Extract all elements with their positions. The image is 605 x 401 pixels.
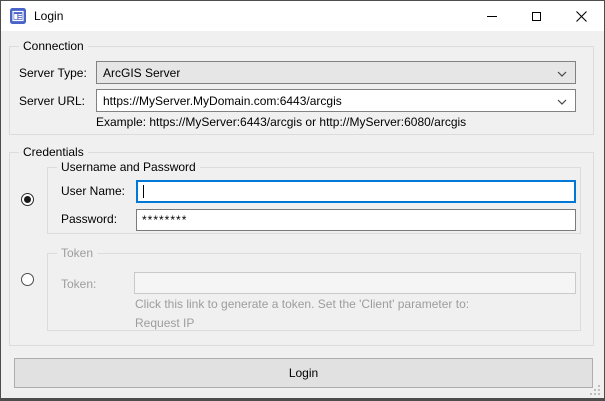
server-url-value: https://MyServer.MyDomain.com:6443/arcgi… xyxy=(103,94,342,108)
password-label: Password: xyxy=(61,212,117,226)
form-window-icon xyxy=(10,8,26,24)
chevron-down-icon xyxy=(557,99,567,105)
connection-legend: Connection xyxy=(19,39,88,53)
server-type-value: ArcGIS Server xyxy=(103,66,180,80)
resize-grip[interactable] xyxy=(589,384,601,396)
window-title: Login xyxy=(34,9,63,23)
close-icon xyxy=(576,11,587,22)
username-password-legend: Username and Password xyxy=(57,160,200,174)
chevron-down-icon xyxy=(557,71,567,77)
token-input[interactable] xyxy=(134,272,576,294)
server-url-label: Server URL: xyxy=(19,94,85,108)
token-legend: Token xyxy=(57,246,97,260)
user-name-field-wrap xyxy=(136,180,576,203)
maximize-icon xyxy=(532,12,541,21)
token-radio[interactable] xyxy=(21,273,34,286)
server-url-combobox[interactable]: https://MyServer.MyDomain.com:6443/arcgi… xyxy=(96,89,576,112)
token-label: Token: xyxy=(61,277,96,291)
user-name-label: User Name: xyxy=(61,184,125,198)
credentials-legend: Credentials xyxy=(19,145,88,159)
caption-buttons xyxy=(469,1,604,31)
login-button[interactable]: Login xyxy=(14,358,593,388)
maximize-button[interactable] xyxy=(514,1,559,31)
server-type-dropdown[interactable]: ArcGIS Server xyxy=(96,61,576,84)
text-caret xyxy=(143,185,144,198)
titlebar[interactable]: Login xyxy=(1,1,604,31)
server-url-example-text: Example: https://MyServer:6443/arcgis or… xyxy=(96,115,466,129)
minimize-button[interactable] xyxy=(469,1,514,31)
radio-dot xyxy=(24,196,31,203)
request-ip-text: Request IP xyxy=(135,316,194,330)
username-password-radio[interactable] xyxy=(21,193,34,206)
token-help-link[interactable]: Click this link to generate a token. Set… xyxy=(135,297,469,311)
close-button[interactable] xyxy=(559,1,604,31)
password-input[interactable] xyxy=(136,209,576,231)
minimize-icon xyxy=(487,16,497,17)
user-name-input[interactable] xyxy=(138,182,574,201)
server-type-label: Server Type: xyxy=(19,66,87,80)
login-window: Login Connection Server Type: ArcGIS Ser… xyxy=(0,0,605,401)
